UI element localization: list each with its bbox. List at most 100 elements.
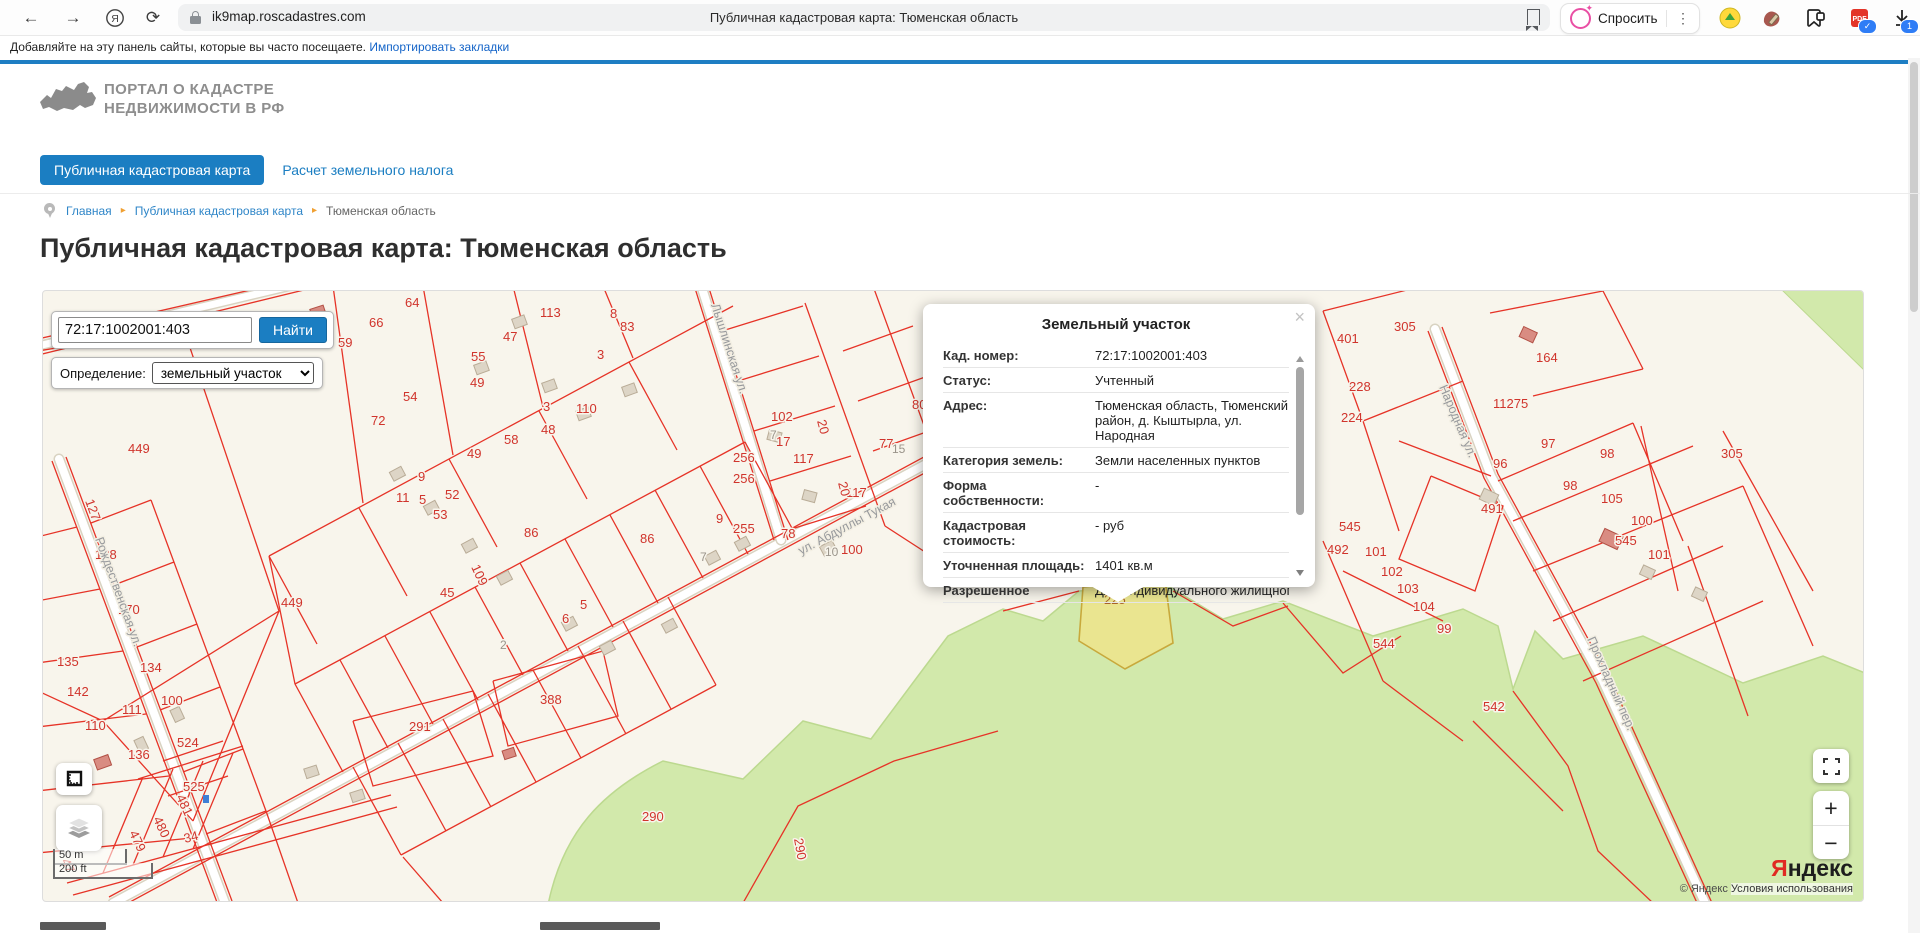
tab-land-tax[interactable]: Расчет земельного налога [282, 162, 453, 178]
breadcrumb-map[interactable]: Публичная кадастровая карта [135, 204, 303, 218]
ask-label: Спросить [1598, 11, 1658, 26]
parcel-number-label: 135 [57, 654, 79, 669]
parcel-number-label: 64 [405, 295, 419, 310]
reload-icon[interactable]: ⟳ [138, 4, 168, 31]
parcel-number-label: 103 [1397, 581, 1419, 596]
scroll-down-icon[interactable] [1296, 570, 1304, 576]
parcel-number-label: 7 [770, 428, 777, 442]
parcel-number-label: 66 [369, 315, 383, 330]
parcel-number-label: 49 [470, 375, 484, 390]
parcel-number-label: 256 [733, 450, 755, 465]
parcel-number-label: 142 [67, 684, 89, 699]
row-label: Форма собственности: [943, 478, 1091, 508]
page-title: Публичная кадастровая карта: Тюменская о… [40, 233, 727, 264]
site-title: ПОРТАЛ О КАДАСТРЕ НЕДВИЖИМОСТИ В РФ [104, 80, 285, 118]
popup-row: Кад. номер:72:17:1002001:403 [943, 343, 1289, 368]
page-scrollbar[interactable] [1908, 58, 1920, 933]
layers-button[interactable] [56, 805, 102, 851]
parcel-number-label: 109 [468, 562, 491, 588]
map-search: Найти [51, 311, 334, 349]
parcel-number-label: 480 [150, 814, 173, 840]
measure-button[interactable] [56, 763, 92, 795]
svg-text:Я: Я [111, 13, 119, 25]
breadcrumb-separator: ▸ [121, 205, 126, 216]
breadcrumb-separator: ▸ [312, 205, 317, 216]
fullscreen-icon [1823, 758, 1840, 775]
extension-icon-pencil[interactable] [1760, 6, 1784, 30]
parcel-number-label: 449 [281, 595, 303, 610]
parcel-number-label: 305 [1394, 319, 1416, 334]
search-button[interactable]: Найти [259, 317, 327, 343]
browser-toolbar: ← → Я ⟳ ik9map.roscadastres.com Публична… [0, 0, 1920, 36]
parcel-info-popup: × Земельный участок Кад. номер:72:17:100… [923, 304, 1315, 587]
parcel-number-label: 228 [1349, 379, 1371, 394]
download-count-badge: 1 [1900, 19, 1919, 34]
scroll-up-icon[interactable] [1296, 356, 1304, 362]
forest-corner [1781, 291, 1863, 371]
parcel-number-label: 100 [1631, 513, 1653, 528]
fullscreen-button[interactable] [1813, 749, 1849, 783]
parcel-number-label: 9 [716, 511, 723, 526]
parcel-number-label: 72 [371, 413, 385, 428]
page-scrollbar-thumb[interactable] [1910, 62, 1918, 312]
import-bookmarks-link[interactable]: Импортировать закладки [369, 40, 509, 54]
parcel-number-label: 47 [503, 329, 517, 344]
parcel-number-label: 83 [620, 319, 634, 334]
clipped-section-heading [540, 922, 660, 930]
pdf-check-badge: ✓ [1858, 19, 1877, 34]
parcel-number-label: 102 [771, 409, 793, 424]
tab-public-cadastral-map[interactable]: Публичная кадастровая карта [40, 155, 264, 185]
parcel-number-label: 291 [409, 719, 431, 734]
parcel-number-label: 101 [1365, 544, 1387, 559]
close-icon[interactable]: × [1294, 308, 1305, 326]
extension-icon-pdf[interactable]: PDF ✓ [1848, 6, 1872, 30]
breadcrumb-home[interactable]: Главная [66, 204, 112, 218]
extension-icon-circle[interactable] [1718, 6, 1742, 30]
parcel-number-label: 6 [562, 611, 569, 626]
row-label: Статус: [943, 373, 1091, 388]
parcel-number-label: 110 [576, 401, 597, 416]
row-value: - руб [1091, 518, 1289, 548]
popup-title: Земельный участок [943, 316, 1289, 333]
parcel-number-label: 255 [733, 521, 755, 536]
zoom-in-button[interactable]: + [1813, 791, 1849, 826]
parcel-number-label: 2 [500, 638, 507, 652]
parcel-number-label: 5 [419, 492, 426, 507]
ask-menu-dots-icon[interactable]: ⋮ [1666, 10, 1690, 27]
ask-ai-button[interactable]: Спросить ⋮ [1560, 3, 1700, 34]
forward-icon[interactable]: → [58, 4, 88, 31]
popup-row: Форма собственности:- [943, 473, 1289, 513]
extension-icon-tabs[interactable] [1804, 6, 1828, 30]
parcel-number-label: 9 [418, 469, 425, 484]
search-input[interactable] [58, 317, 252, 343]
downloads-icon[interactable]: 1 [1890, 6, 1914, 30]
forest-area [548, 586, 1863, 901]
yandex-browser-icon[interactable]: Я [100, 4, 130, 31]
parcel-number-label: 110 [85, 718, 106, 733]
parcel-number-label: 524 [177, 735, 199, 750]
back-icon[interactable]: ← [16, 4, 46, 31]
parcel-number-label: 136 [128, 747, 150, 762]
popup-pointer [1091, 586, 1145, 602]
alice-icon [1570, 8, 1591, 29]
row-label: Кад. номер: [943, 348, 1091, 363]
parcel-number-label: 11 [396, 490, 410, 505]
parcel-number-label: 17 [776, 434, 790, 449]
yandex-logo[interactable]: Яндекс [1771, 855, 1853, 882]
parcel-number-label: 10 [825, 545, 839, 559]
yandex-logo-ya: Я [1771, 855, 1788, 881]
scrollbar-thumb[interactable] [1296, 367, 1304, 515]
parcel-number-label: 104 [1413, 599, 1435, 614]
cadastral-map[interactable]: 289/444944912712817013513414211111010013… [42, 290, 1864, 902]
bookmark-icon[interactable] [1527, 9, 1540, 25]
parcel-number-label: 290 [642, 809, 664, 824]
address-bar[interactable]: ik9map.roscadastres.com Публичная кадаст… [178, 4, 1550, 31]
parcel-number-label: 105 [1601, 491, 1623, 506]
row-value: 1401 кв.м [1091, 558, 1289, 573]
definition-select[interactable]: земельный участок [152, 362, 314, 384]
terms-link[interactable]: Условия использования [1731, 883, 1853, 895]
parcel-number-label: 102 [1381, 564, 1403, 579]
parcel-number-label: 3 [597, 347, 604, 362]
parcel-number-label: 492 [1327, 542, 1349, 557]
map-attribution: © Яндекс Условия использования [1680, 883, 1853, 895]
